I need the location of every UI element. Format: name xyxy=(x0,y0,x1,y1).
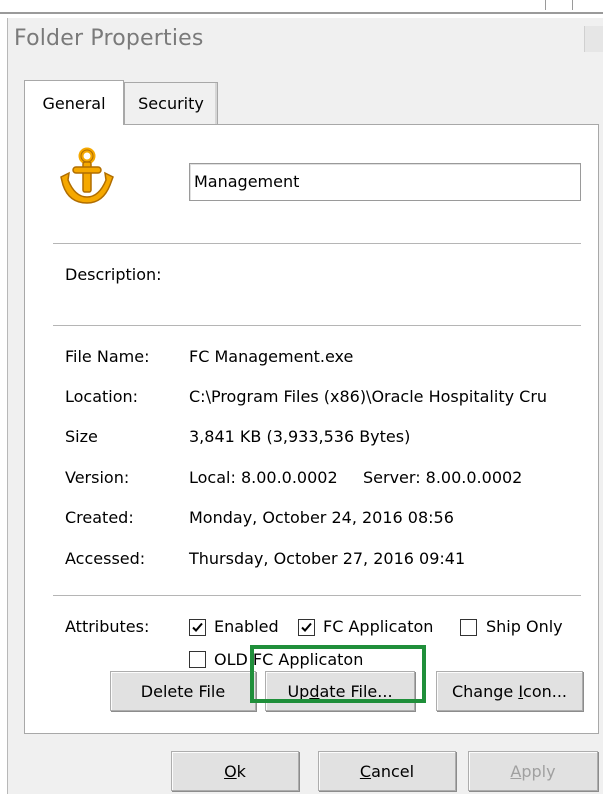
file-name-label: File Name: xyxy=(65,347,150,366)
top-strip xyxy=(0,0,603,14)
ok-label: Ok xyxy=(224,761,246,781)
tab-security-label: Security xyxy=(138,94,204,113)
accessed-value: Thursday, October 27, 2016 09:41 xyxy=(189,549,466,568)
tab-general[interactable]: General xyxy=(24,80,124,125)
checkmark-icon xyxy=(301,622,312,632)
anchor-icon xyxy=(55,147,115,205)
location-label: Location: xyxy=(65,387,139,406)
divider xyxy=(53,243,581,245)
size-value: 3,841 KB (3,933,536 Bytes) xyxy=(189,427,411,446)
ship-only-checkbox-label: Ship Only xyxy=(486,617,563,636)
tab-general-label: General xyxy=(42,93,106,113)
close-button[interactable] xyxy=(584,26,603,52)
cancel-button[interactable]: Cancel xyxy=(318,751,456,791)
delete-file-button[interactable]: Delete File xyxy=(110,671,256,711)
created-label: Created: xyxy=(65,508,134,527)
ok-button[interactable]: Ok xyxy=(171,751,299,791)
enabled-checkbox-label: Enabled xyxy=(214,617,279,636)
version-label: Version: xyxy=(65,468,130,487)
background-tab-stub xyxy=(545,0,573,10)
checkmark-icon xyxy=(192,622,203,632)
folder-name-input[interactable]: Management xyxy=(189,163,581,201)
window-title: Folder Properties xyxy=(14,26,204,51)
folder-properties-dialog: Folder Properties General Security Manag… xyxy=(7,18,603,794)
description-label: Description: xyxy=(65,265,162,284)
general-panel: Management Description: File Name: FC Ma… xyxy=(24,124,599,734)
enabled-checkbox[interactable] xyxy=(189,619,206,636)
fc-application-checkbox-label: FC Applicaton xyxy=(323,617,434,636)
accessed-label: Accessed: xyxy=(65,549,146,568)
size-label: Size xyxy=(65,427,98,446)
divider xyxy=(53,595,581,597)
location-value: C:\Program Files (x86)\Oracle Hospitalit… xyxy=(189,387,548,406)
update-file-highlight xyxy=(250,645,426,703)
attributes-label: Attributes: xyxy=(65,617,150,636)
file-name-value: FC Management.exe xyxy=(189,347,354,366)
apply-label: Apply xyxy=(510,761,556,781)
created-value: Monday, October 24, 2016 08:56 xyxy=(189,508,454,527)
change-icon-label: Change Icon... xyxy=(451,681,568,701)
old-fc-application-checkbox[interactable] xyxy=(189,651,206,668)
divider xyxy=(53,325,581,327)
version-local-value: Local: 8.00.0.0002 xyxy=(189,468,338,487)
change-icon-button[interactable]: Change Icon... xyxy=(436,671,583,711)
version-server-value: Server: 8.00.0.0002 xyxy=(363,468,523,487)
ship-only-checkbox[interactable] xyxy=(460,619,477,636)
apply-button[interactable]: Apply xyxy=(468,751,598,791)
delete-file-label: Delete File xyxy=(140,681,226,701)
fc-application-checkbox[interactable] xyxy=(298,619,315,636)
cancel-label: Cancel xyxy=(359,761,415,781)
tab-security[interactable]: Security xyxy=(124,82,218,124)
